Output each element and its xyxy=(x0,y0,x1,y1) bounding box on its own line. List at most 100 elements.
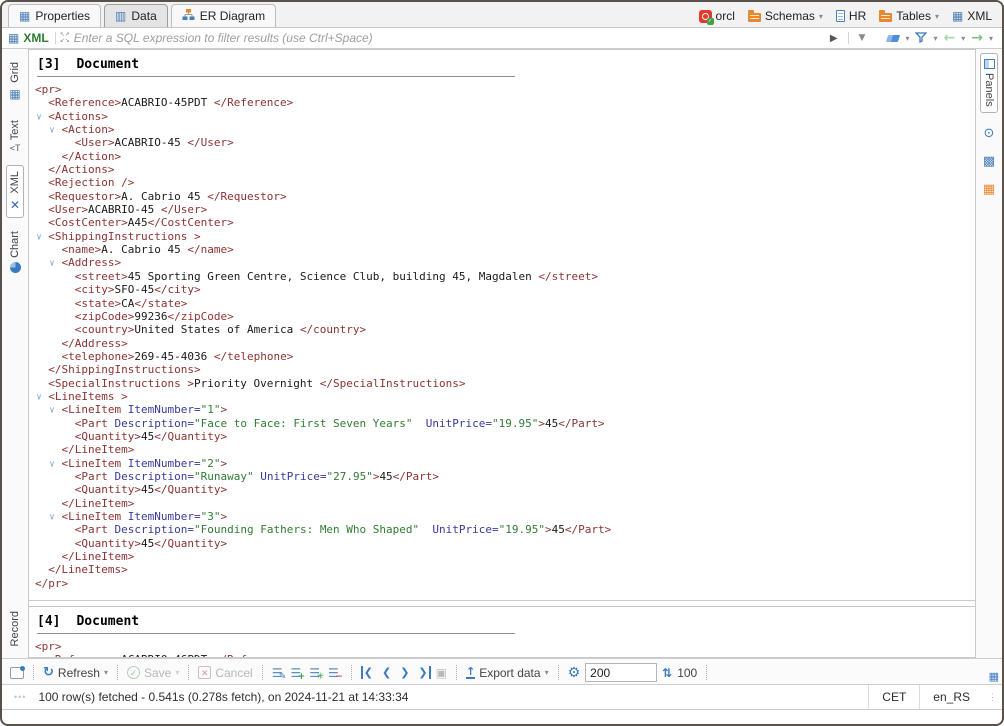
fold-toggle-icon[interactable]: ∨ xyxy=(50,511,61,522)
fold-toggle-icon[interactable]: ∨ xyxy=(50,124,61,135)
edit-value-icon[interactable]: ☰✎ xyxy=(272,666,283,680)
tab-properties[interactable]: ▦ Properties xyxy=(8,4,101,27)
next-page-button[interactable]: ❯ xyxy=(398,666,411,679)
schemas-label: Schemas xyxy=(765,9,815,23)
xml-icon: ✕ xyxy=(10,198,20,212)
filters-menu-icon[interactable] xyxy=(915,31,927,46)
table-name: XML xyxy=(967,9,992,23)
cancel-x-icon: ✕ xyxy=(198,666,211,679)
forward-arrow-icon[interactable]: → xyxy=(971,30,983,46)
value-viewer-icon[interactable]: ⊙ xyxy=(984,126,995,141)
xml-line: <name>A. Cabrio 45 </name> xyxy=(35,243,967,256)
gear-icon[interactable]: ⚙ xyxy=(568,665,581,681)
xml-line: <User>ACABRIO-45 </User> xyxy=(35,136,967,149)
table-icon: ▦ xyxy=(19,9,30,23)
fetch-size-input[interactable] xyxy=(585,663,657,682)
xml-line: <Part Description="Face to Face: First S… xyxy=(35,417,967,430)
filter-input[interactable] xyxy=(70,31,830,45)
tab-label: Data xyxy=(131,9,156,23)
xml-line: </pr> xyxy=(35,577,967,590)
timezone-indicator: CET xyxy=(868,685,919,709)
first-page-button[interactable]: ❮ xyxy=(361,666,375,679)
filter-history-dropdown[interactable]: ▼ xyxy=(859,33,866,43)
tables-selector[interactable]: Tables ▾ xyxy=(879,9,939,23)
divider xyxy=(848,32,849,44)
toolbar-separator xyxy=(262,665,263,680)
fold-toggle-icon[interactable]: ∨ xyxy=(50,458,61,469)
metadata-grid-icon[interactable]: ▩ xyxy=(983,154,995,169)
last-page-button[interactable]: ❯ xyxy=(416,666,430,679)
xml-line: ∨ <Actions> xyxy=(35,110,967,123)
xml-line: <zipCode>99236</zipCode> xyxy=(35,310,967,323)
tables-label: Tables xyxy=(896,9,931,23)
save-button[interactable]: ✓ Save ▾ xyxy=(127,666,179,680)
expand-icon[interactable]: ↖↗↙↘ xyxy=(60,32,70,44)
clear-filter-icon[interactable] xyxy=(886,35,900,42)
grid-corner-icon[interactable]: ▦ xyxy=(989,670,999,683)
divider xyxy=(55,32,56,44)
fold-toggle-icon[interactable]: ∨ xyxy=(36,231,47,242)
back-arrow-icon[interactable]: ← xyxy=(944,30,956,46)
xml-line: </Address> xyxy=(35,337,967,350)
cancel-label: Cancel xyxy=(215,666,252,680)
xml-line: <Rejection /> xyxy=(35,176,967,189)
chart-icon xyxy=(10,262,21,273)
open-in-editor-icon[interactable] xyxy=(10,667,24,679)
tab-label: ER Diagram xyxy=(200,9,265,23)
entity-label[interactable]: XML xyxy=(23,31,48,45)
schemas-selector[interactable]: Schemas ▾ xyxy=(748,9,823,23)
database-selector[interactable]: orcl xyxy=(699,9,735,23)
fold-toggle-icon[interactable]: ∨ xyxy=(36,391,47,402)
apply-filter-button[interactable]: ▶ xyxy=(830,33,838,44)
tab-er-diagram[interactable]: ER Diagram xyxy=(171,4,276,27)
editor-tab-bar: ▦ Properties ▥ Data ER Diagram orcl Sche… xyxy=(2,2,1002,28)
presentation-tab-chart[interactable]: Chart xyxy=(6,225,24,279)
presentation-tab-text[interactable]: Text <T xyxy=(6,114,24,160)
chevron-down-icon[interactable]: ▾ xyxy=(989,34,993,43)
presentation-tab-xml[interactable]: XML ✕ xyxy=(6,165,24,218)
filter-actions: ▶ ▼ ▾ ▾ ← ▾ → ▾ xyxy=(830,30,996,46)
database-name: orcl xyxy=(716,9,735,23)
document-cell: [3]Document<pr> <Reference>ACABRIO-45PDT… xyxy=(29,50,975,601)
xml-line: </LineItem> xyxy=(35,443,967,456)
xml-line: ∨ <ShippingInstructions > xyxy=(35,230,967,243)
presentation-tab-grid[interactable]: Grid ▦ xyxy=(6,56,24,107)
fetch-all-icon[interactable]: ▣ xyxy=(436,666,447,680)
calc-panel-icon[interactable]: ▦ xyxy=(983,182,995,197)
delete-row-icon[interactable]: ☰− xyxy=(328,666,339,680)
panels-tab[interactable]: Panels xyxy=(980,53,998,113)
fold-toggle-icon[interactable]: ∨ xyxy=(50,258,61,269)
document-header-rule xyxy=(37,76,515,77)
tab-label: Record xyxy=(9,611,21,646)
xml-line: <pr> xyxy=(35,83,967,96)
fetch-segment-icon[interactable]: ⇅ xyxy=(662,666,672,680)
chevron-down-icon: ▾ xyxy=(175,668,179,677)
fold-toggle-icon[interactable]: ∨ xyxy=(50,405,61,416)
chevron-down-icon[interactable]: ▾ xyxy=(961,34,965,43)
table-selector[interactable]: ▦ XML xyxy=(952,9,992,23)
refresh-button[interactable]: ↻ Refresh ▾ xyxy=(43,665,108,680)
xml-line: ∨ <LineItem ItemNumber="1"> xyxy=(35,403,967,416)
previous-page-button[interactable]: ❮ xyxy=(380,666,393,679)
tab-label: Panels xyxy=(983,73,995,107)
document-header-rule xyxy=(37,633,515,634)
tab-data[interactable]: ▥ Data xyxy=(104,4,168,27)
duplicate-row-icon[interactable]: ☰✳ xyxy=(309,666,320,680)
schema-selector[interactable]: HR xyxy=(836,9,866,23)
add-row-icon[interactable]: ☰+ xyxy=(290,666,301,680)
toolbar-separator xyxy=(456,665,457,680)
presentation-switcher: Grid ▦ Text <T XML ✕ Chart Record xyxy=(2,49,28,658)
toolbar-separator xyxy=(706,665,707,680)
table-icon: ▦ xyxy=(8,31,19,45)
chevron-down-icon[interactable]: ▾ xyxy=(905,34,909,43)
xml-line: <User>ACABRIO-45 </User> xyxy=(35,203,967,216)
record-mode-label[interactable]: Record xyxy=(6,605,24,652)
xml-line: </LineItems> xyxy=(35,563,967,576)
panels-icon xyxy=(984,59,995,69)
fold-toggle-icon[interactable]: ∨ xyxy=(36,111,47,122)
locale-indicator: en_RS xyxy=(919,685,983,709)
tab-label: Properties xyxy=(35,9,90,23)
export-data-button[interactable]: ↑ Export data ▾ xyxy=(466,666,549,680)
chevron-down-icon[interactable]: ▾ xyxy=(933,34,937,43)
cancel-button[interactable]: ✕ Cancel xyxy=(198,666,252,680)
